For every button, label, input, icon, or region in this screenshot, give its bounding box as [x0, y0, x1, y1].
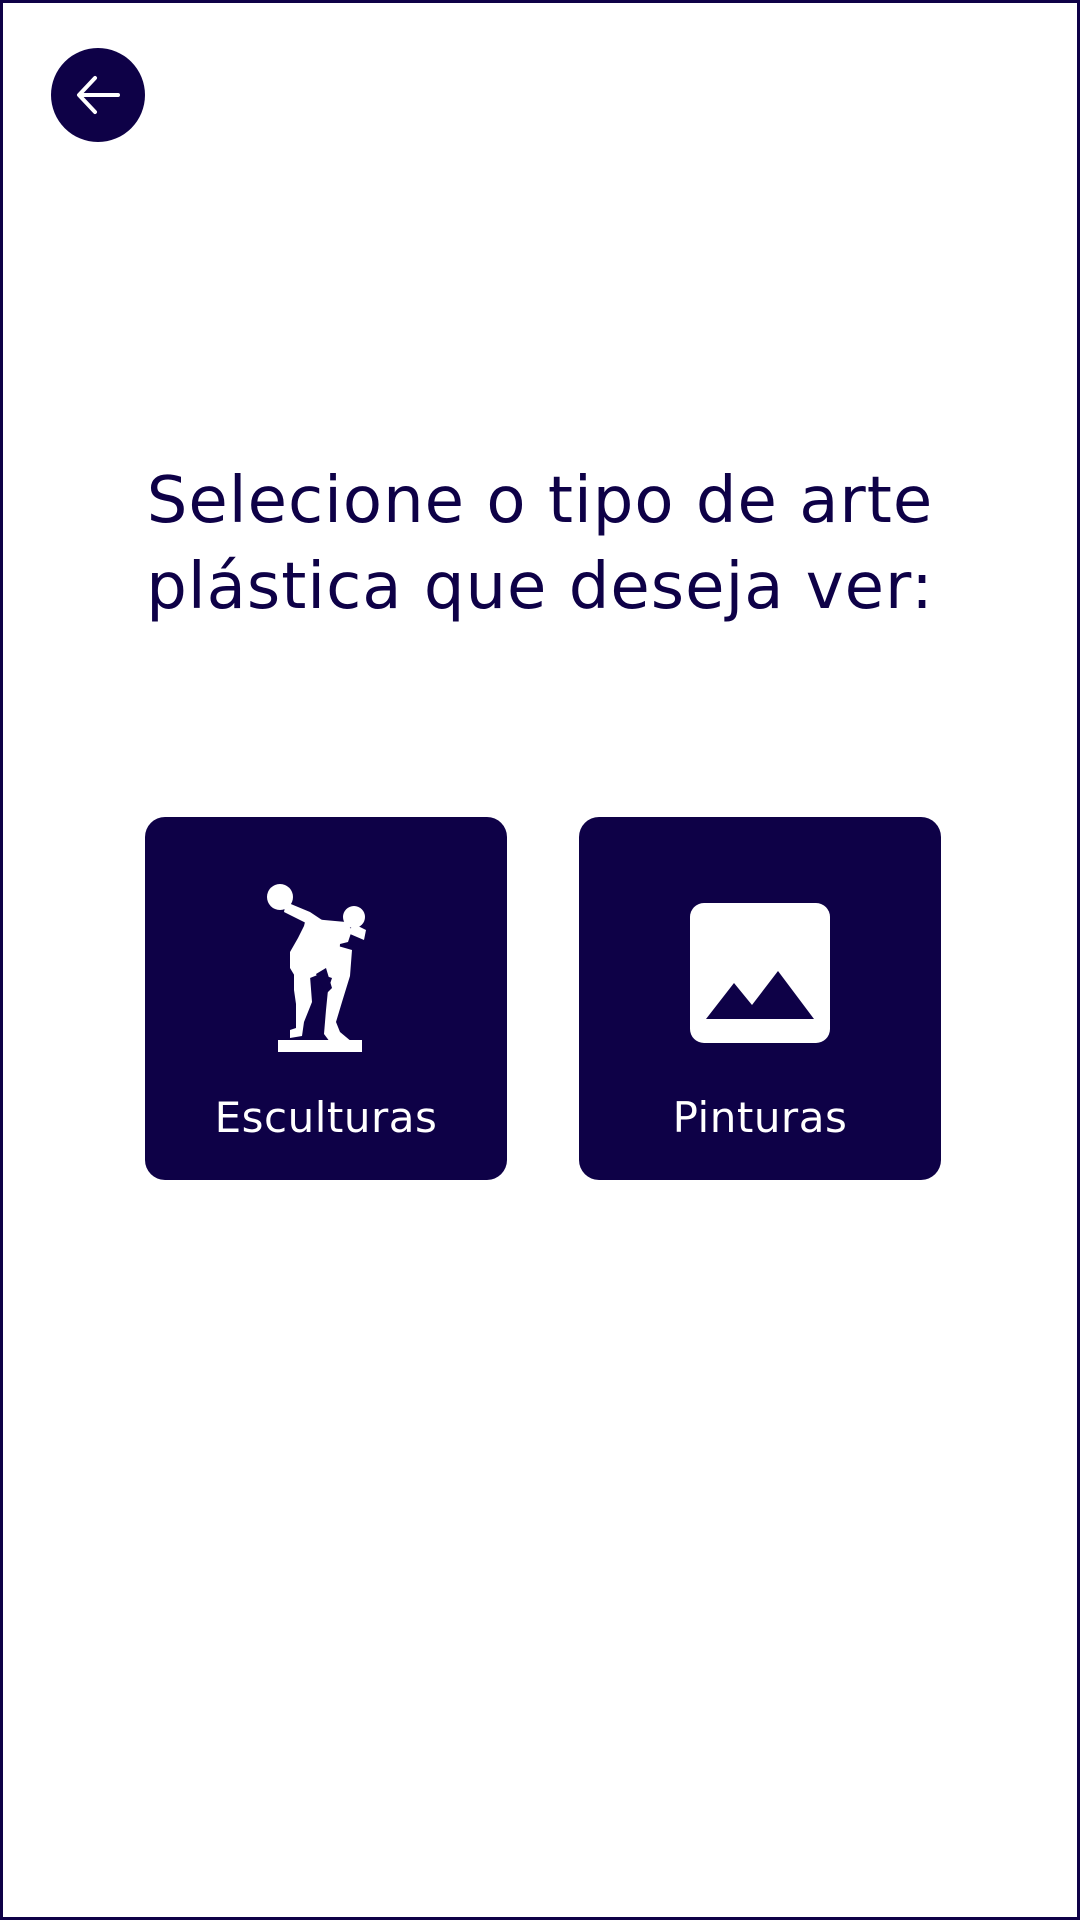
arrow-left-icon: [77, 76, 120, 114]
pinturas-label: Pinturas: [672, 1093, 848, 1142]
image-icon: [690, 903, 830, 1043]
page-title-line-1: Selecione o tipo de arte: [146, 464, 934, 538]
sculpture-icon: [267, 884, 366, 1052]
screen: Selecione o tipo de arte plástica que de…: [0, 0, 1080, 1920]
back-button[interactable]: [51, 48, 145, 142]
esculturas-label: Esculturas: [214, 1093, 438, 1142]
page-title: Selecione o tipo de arte plástica que de…: [3, 458, 1077, 630]
esculturas-button[interactable]: Esculturas: [145, 817, 507, 1180]
page-title-line-2: plástica que deseja ver:: [146, 550, 934, 624]
pinturas-button[interactable]: Pinturas: [579, 817, 941, 1180]
